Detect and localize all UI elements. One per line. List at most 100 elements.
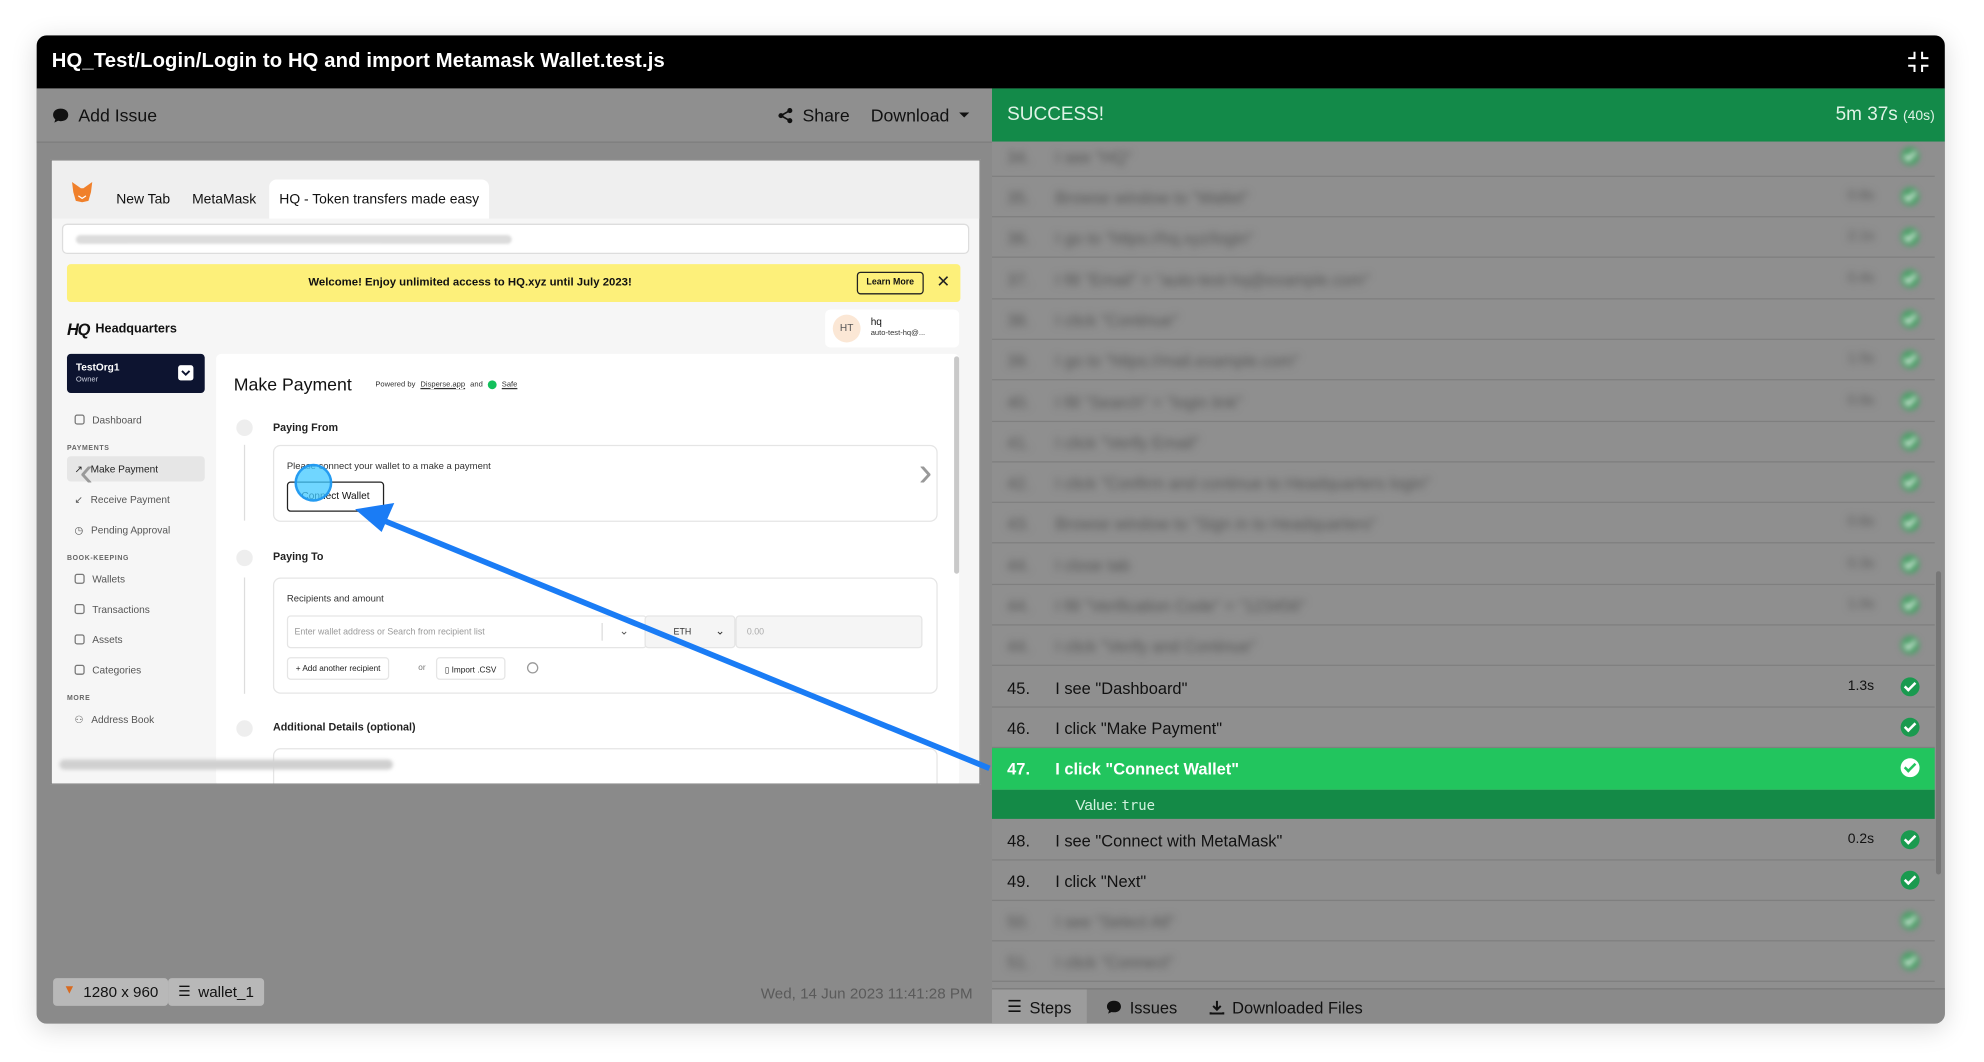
sidebar-item-label: Wallets bbox=[92, 573, 126, 585]
tab-label: Downloaded Files bbox=[1232, 997, 1363, 1017]
disperse-link[interactable]: Disperse.app bbox=[420, 381, 465, 389]
import-csv-button[interactable]: ▯ Import .CSV bbox=[435, 657, 506, 680]
sidebar-item-categories[interactable]: Categories bbox=[67, 657, 205, 682]
sidebar-item-pending-approval[interactable]: ◷ Pending Approval bbox=[67, 517, 205, 542]
sidebar-item-transactions[interactable]: Transactions bbox=[67, 596, 205, 621]
add-issue-button[interactable]: Add Issue bbox=[52, 105, 157, 125]
step-number: 46. bbox=[1007, 719, 1031, 739]
chevron-left-icon[interactable]: ‹ bbox=[80, 449, 93, 496]
step-row[interactable]: 40. I fill "Search" = "login link" 0.9s bbox=[992, 382, 1935, 423]
step-row[interactable]: 42. I click "Confirm and continue to Head… bbox=[992, 463, 1935, 503]
step-row[interactable]: 46. I click "Make Payment" bbox=[992, 708, 1935, 749]
step-row[interactable]: 43. Browse window to "Sign in to Headquar… bbox=[992, 503, 1935, 544]
or-label: or bbox=[418, 663, 426, 673]
close-icon[interactable]: ✕ bbox=[936, 272, 950, 292]
tab-downloaded-files[interactable]: Downloaded Files bbox=[1194, 989, 1378, 1023]
logo-wordmark: Headquarters bbox=[95, 321, 177, 336]
step-row-current[interactable]: 47. I click "Connect Wallet" bbox=[992, 748, 1935, 790]
sidebar-item-label: Pending Approval bbox=[90, 523, 171, 536]
step-row[interactable]: 35. Browse window to "Wallet" 0.8s bbox=[992, 177, 1935, 218]
screenshot-pane: Add Issue Share Download New Tab MetaMas… bbox=[36, 88, 993, 1024]
learn-more-button[interactable]: Learn More bbox=[856, 271, 924, 295]
logo-mark: HQ bbox=[66, 319, 90, 339]
recipient-input[interactable]: Enter wallet address or Search from reci… bbox=[286, 615, 648, 649]
org-role: Owner bbox=[75, 376, 99, 385]
metamask-fox-icon: ▼ bbox=[63, 983, 76, 998]
download-dropdown[interactable]: Download bbox=[871, 105, 971, 125]
check-circle-icon bbox=[1900, 758, 1920, 778]
user-email: auto-test-hq@... bbox=[870, 329, 926, 338]
chevron-right-icon[interactable]: › bbox=[919, 449, 932, 496]
safe-logo-icon bbox=[487, 380, 497, 390]
info-icon[interactable] bbox=[526, 662, 539, 674]
title-bar: HQ_Test/Login/Login to HQ and import Met… bbox=[36, 35, 1945, 89]
token-select[interactable]: ETH ⌄ bbox=[644, 615, 736, 649]
recipients-label: Recipients and amount bbox=[286, 592, 384, 605]
assets-icon bbox=[74, 634, 85, 645]
amount-input[interactable]: 0.00 bbox=[735, 615, 923, 649]
add-recipient-button[interactable]: + Add another recipient bbox=[286, 657, 390, 680]
step-number: 48. bbox=[1007, 831, 1031, 851]
scrollbar[interactable] bbox=[1935, 571, 1942, 875]
list-icon: ☰ bbox=[1007, 997, 1022, 1017]
step-row[interactable]: 44. I click "Verify and Continue" bbox=[992, 626, 1935, 666]
step-text: I click "Next" bbox=[1055, 871, 1147, 891]
promo-banner: Welcome! Enjoy unlimited access to HQ.xy… bbox=[66, 264, 961, 303]
paying-from-card: Please connect your wallet to a make a p… bbox=[272, 444, 938, 522]
step-row[interactable]: 48. I see "Connect with MetaMask" 0.2s bbox=[992, 820, 1935, 861]
hq-logo: HQ Headquarters bbox=[67, 317, 177, 340]
tab-steps[interactable]: ☰ Steps bbox=[992, 989, 1087, 1024]
tab-issues[interactable]: Issues bbox=[1091, 989, 1193, 1023]
step-row[interactable]: 38. I click "Continue" bbox=[992, 299, 1935, 340]
browser-tab-new-tab[interactable]: New Tab bbox=[106, 179, 180, 218]
step-row[interactable]: 41. I click "Verify Email" bbox=[992, 422, 1935, 463]
home-icon bbox=[74, 414, 85, 425]
step-row[interactable]: 51. I click "Connect" bbox=[992, 941, 1935, 982]
browser-tab-metamask[interactable]: MetaMask bbox=[182, 179, 266, 218]
share-button[interactable]: Share bbox=[777, 105, 850, 125]
chevron-down-icon[interactable]: ⌄ bbox=[619, 624, 629, 638]
step-row[interactable]: 36. I go to "https://hq.xyz/login" 2.1s bbox=[992, 217, 1935, 258]
sidebar-item-address-book[interactable]: ⚇ Address Book bbox=[67, 706, 205, 731]
blurred-url bbox=[75, 235, 512, 244]
blurred-status-url bbox=[59, 759, 394, 770]
browser-tab-strip: New Tab MetaMask HQ - Token transfers ma… bbox=[51, 160, 980, 219]
check-icon bbox=[1900, 309, 1920, 329]
step-row[interactable]: 34. I see "HQ" bbox=[992, 142, 1935, 177]
step-row[interactable]: 39. I go to "https://mail.example.com" 1.5… bbox=[992, 340, 1935, 381]
step-row[interactable]: 37. I fill "Email" = "auto-test-hq@exampl… bbox=[992, 259, 1935, 300]
scrollbar[interactable] bbox=[954, 356, 960, 574]
step-row[interactable]: 50. I see "Select All" bbox=[992, 901, 1935, 942]
sidebar-item-dashboard[interactable]: Dashboard bbox=[67, 407, 205, 432]
browser-tab-hq[interactable]: HQ - Token transfers made easy bbox=[269, 179, 490, 219]
sidebar-item-wallets[interactable]: Wallets bbox=[67, 566, 205, 591]
duration-sub: (40s) bbox=[1903, 108, 1935, 124]
sidebar-section-more: MORE bbox=[66, 695, 91, 703]
transactions-icon bbox=[74, 604, 85, 615]
steps-list: 34. I see "HQ" 35. Browse window to "Walle… bbox=[992, 142, 1945, 989]
import-csv-label: Import .CSV bbox=[451, 665, 497, 675]
step-text: I click "Make Payment" bbox=[1055, 719, 1223, 739]
comment-icon bbox=[1106, 1000, 1121, 1014]
step-text: I see "Dashboard" bbox=[1055, 678, 1188, 698]
collapse-icon[interactable] bbox=[1907, 51, 1930, 74]
divider bbox=[601, 623, 603, 641]
window-title: HQ_Test/Login/Login to HQ and import Met… bbox=[51, 50, 665, 73]
run-duration: 5m 37s (40s) bbox=[1836, 104, 1935, 125]
step-row[interactable]: 45. I see "Dashboard" 1.3s bbox=[992, 667, 1935, 708]
address-bar[interactable] bbox=[61, 223, 970, 255]
safe-link[interactable]: Safe bbox=[502, 381, 518, 389]
step-row[interactable]: 44. I close tab 0.3s bbox=[992, 545, 1935, 586]
screenshot-toolbar: Add Issue Share Download bbox=[36, 88, 993, 143]
and-label: and bbox=[470, 381, 483, 389]
user-menu[interactable]: HT hq auto-test-hq@... bbox=[825, 309, 960, 348]
step-row[interactable]: 49. I click "Next" bbox=[992, 861, 1935, 902]
check-icon bbox=[1900, 635, 1920, 655]
status-label: SUCCESS! bbox=[1007, 103, 1105, 126]
sidebar-item-assets[interactable]: Assets bbox=[67, 627, 205, 652]
org-switcher[interactable]: TestOrg1 Owner bbox=[66, 353, 205, 394]
check-icon bbox=[1900, 513, 1920, 533]
step-time: 0.2s bbox=[1847, 831, 1875, 847]
step-row[interactable]: 44. I fill "Verification Code" = "123456"… bbox=[992, 585, 1935, 626]
sidebar-item-label: Make Payment bbox=[90, 463, 159, 475]
